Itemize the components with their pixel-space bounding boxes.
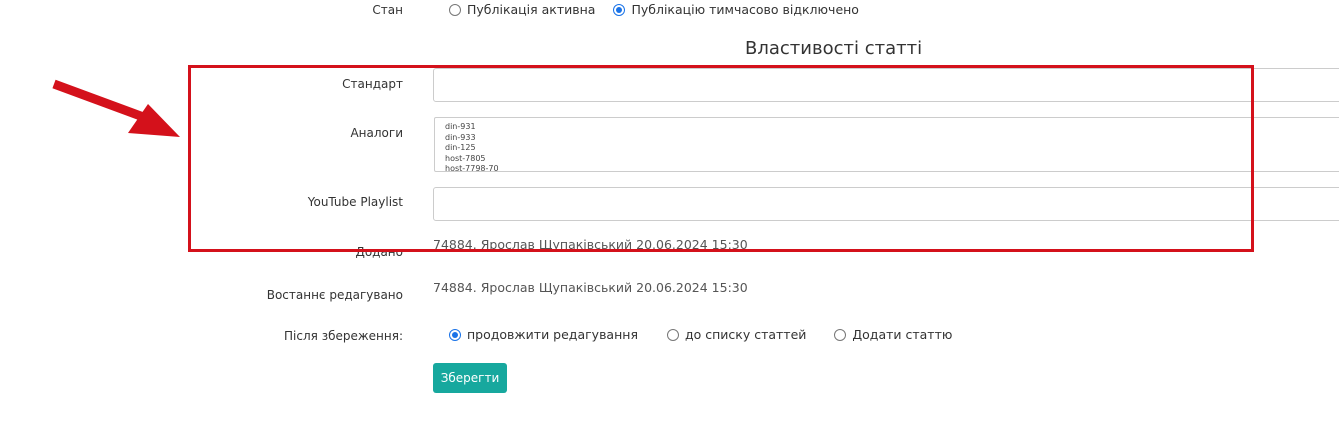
- after-save-option-list-label: до списку статтей: [684, 327, 807, 342]
- state-option-active[interactable]: Публікація активна: [449, 2, 595, 17]
- edited-label: Востаннє редагувано: [266, 288, 403, 302]
- after-save-option-list[interactable]: до списку статтей: [666, 327, 807, 342]
- after-save-option-continue-label: продовжити редагування: [467, 327, 638, 342]
- state-option-disabled[interactable]: Публікацію тимчасово відключено: [613, 2, 859, 17]
- radio-checked-icon[interactable]: [449, 328, 461, 341]
- after-save-label: Після збереження:: [284, 329, 403, 343]
- after-save-option-add[interactable]: Додати статтю: [834, 327, 952, 342]
- radio-icon[interactable]: [666, 328, 679, 341]
- state-option-disabled-label: Публікацію тимчасово відключено: [631, 2, 859, 17]
- state-option-active-label: Публікація активна: [467, 2, 596, 17]
- radio-icon[interactable]: [834, 328, 847, 341]
- radio-icon[interactable]: [449, 3, 461, 16]
- edited-value: 74884. Ярослав Щупаківський 20.06.2024 1…: [433, 280, 748, 295]
- arrow-icon: [52, 79, 180, 137]
- save-button[interactable]: Зберегти: [433, 363, 507, 393]
- state-label: Стан: [372, 3, 403, 17]
- after-save-radio-group: продовжити редагування до списку статтей…: [449, 327, 952, 342]
- after-save-option-continue[interactable]: продовжити редагування: [449, 327, 638, 342]
- after-save-option-add-label: Додати статтю: [852, 327, 953, 342]
- highlight-frame: [188, 65, 1254, 252]
- state-radio-group: Публікація активна Публікацію тимчасово …: [449, 2, 859, 17]
- section-title: Властивості статті: [745, 38, 923, 59]
- radio-checked-icon[interactable]: [613, 3, 626, 16]
